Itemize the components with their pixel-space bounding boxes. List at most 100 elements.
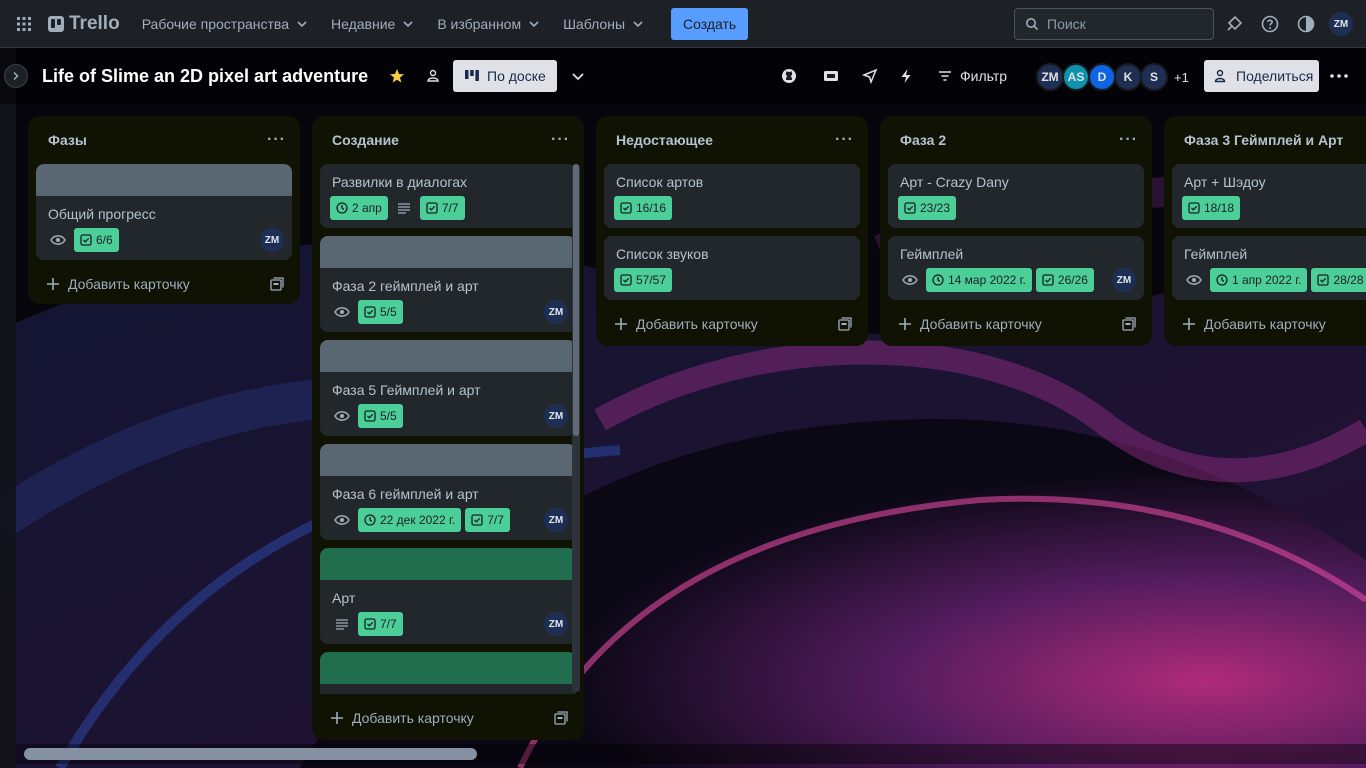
eye-icon (330, 404, 354, 428)
list-title[interactable]: Фаза 2 (900, 132, 946, 148)
list-menu-icon[interactable]: ··· (267, 131, 286, 149)
board-view-button[interactable]: По доске (453, 60, 557, 92)
card[interactable]: Фаза 6 геймплей и арт 22 дек 2022 г. 7/7… (320, 444, 576, 540)
list-title[interactable]: Недостающее (616, 132, 713, 148)
create-button[interactable]: Создать (671, 7, 749, 40)
list-scrollbar-thumb[interactable] (573, 164, 579, 436)
due-date: 22 дек 2022 г. (380, 513, 456, 527)
card-member-avatar[interactable]: ZM (260, 228, 284, 252)
trello-logo[interactable]: Trello (48, 13, 120, 35)
list-menu-icon[interactable]: ··· (1119, 131, 1138, 149)
list-header[interactable]: Создание ··· (312, 116, 584, 164)
member-avatar[interactable]: K (1114, 63, 1142, 91)
nav-recent[interactable]: Недавние (321, 8, 425, 40)
nav-workspaces[interactable]: Рабочие пространства (132, 8, 319, 40)
add-card-button[interactable]: Добавить карточку (888, 308, 1144, 340)
card-member-avatar[interactable]: ZM (544, 300, 568, 324)
nav-starred[interactable]: В избранном (427, 8, 551, 40)
card[interactable]: Общий прогресс 6/6 ZM (36, 164, 292, 260)
filter-label: Фильтр (960, 68, 1008, 84)
expand-sidebar-button[interactable] (4, 64, 28, 88)
chevron-down-icon (529, 20, 539, 27)
card[interactable]: Арт 7/7 ZM (320, 548, 576, 644)
nav-recent-label: Недавние (330, 15, 396, 32)
notifications-icon[interactable] (1222, 12, 1246, 36)
add-card-label: Добавить карточку (68, 276, 190, 292)
plus-icon (1183, 318, 1195, 330)
plus-icon (331, 712, 343, 724)
app-switcher-icon[interactable] (8, 8, 40, 40)
card[interactable] (320, 652, 576, 694)
checklist-badge: 7/7 (419, 196, 465, 220)
list-header[interactable]: Фаза 2 ··· (880, 116, 1152, 164)
due-date-badge: 1 апр 2022 г. (1210, 268, 1308, 292)
help-icon[interactable] (1258, 12, 1282, 36)
member-avatar[interactable]: ZM (1036, 63, 1064, 91)
views-dropdown-icon[interactable] (564, 62, 592, 90)
list-header[interactable]: Фаза 3 Геймплей и Арт ··· (1164, 116, 1366, 164)
card-title: Фаза 2 геймплей и арт (332, 278, 479, 294)
card[interactable]: Фаза 2 геймплей и арт 5/5 ZM (320, 236, 576, 332)
card[interactable]: Фаза 5 Геймплей и арт 5/5 ZM (320, 340, 576, 436)
more-members-count[interactable]: +1 (1174, 70, 1189, 85)
filter-button[interactable]: Фильтр (938, 62, 1007, 90)
power-up-icon[interactable] (817, 62, 845, 90)
more-options-icon[interactable] (1325, 62, 1353, 90)
list-header[interactable]: Недостающее ··· (596, 116, 868, 164)
list-menu-icon[interactable]: ··· (551, 131, 570, 149)
board-horizontal-scrollbar[interactable] (16, 744, 1366, 764)
eye-icon (330, 508, 354, 532)
checklist-icon (426, 202, 438, 214)
list-title[interactable]: Фаза 3 Геймплей и Арт (1184, 132, 1343, 148)
search-input[interactable]: Поиск (1014, 8, 1214, 40)
card-title: Развилки в диалогах (332, 174, 467, 190)
top-navigation-bar: Trello Рабочие пространства Недавние В и… (0, 0, 1366, 48)
send-icon[interactable] (856, 62, 884, 90)
add-card-button[interactable]: Добавить карточку (36, 268, 292, 300)
template-icon[interactable] (554, 711, 568, 725)
board-scrollbar-thumb[interactable] (24, 748, 477, 760)
automation-icon[interactable] (892, 62, 920, 90)
card-member-avatar[interactable]: ZM (544, 508, 568, 532)
add-card-button[interactable]: Добавить карточку (320, 702, 576, 734)
member-avatar[interactable]: D (1088, 63, 1116, 91)
card-member-avatar[interactable]: ZM (544, 404, 568, 428)
add-card-button[interactable]: Добавить карточку (604, 308, 860, 340)
clock-icon (1216, 274, 1228, 286)
member-avatar[interactable]: AS (1062, 63, 1090, 91)
card-title: Фаза 5 Геймплей и арт (332, 382, 481, 398)
card-member-avatar[interactable]: ZM (544, 612, 568, 636)
card[interactable]: Арт - Crazy Dany 23/23 (888, 164, 1144, 228)
card-member-avatar[interactable]: ZM (1112, 268, 1136, 292)
card[interactable]: Развилки в диалогах 2 апр 7/7 (320, 164, 576, 228)
board-title[interactable]: Life of Slime an 2D pixel art adventure (42, 66, 368, 87)
list-scrollbar[interactable] (572, 164, 580, 692)
nav-templates[interactable]: Шаблоны (553, 8, 655, 40)
share-button[interactable]: Поделиться (1204, 60, 1319, 92)
star-icon[interactable] (383, 62, 411, 90)
list-title[interactable]: Создание (332, 132, 399, 148)
checklist-icon (904, 202, 916, 214)
template-icon[interactable] (1122, 317, 1136, 331)
checklist-count: 6/6 (96, 233, 113, 247)
card[interactable]: Арт + Шэдоу 18/18 (1172, 164, 1366, 228)
visibility-icon[interactable] (419, 62, 447, 90)
list-title[interactable]: Фазы (48, 132, 87, 148)
card[interactable]: Список звуков 57/57 (604, 236, 860, 300)
card-title: Геймплей (900, 246, 964, 262)
card[interactable]: Геймплей 14 мар 2022 г. 26/26 ZM (888, 236, 1144, 300)
theme-toggle-icon[interactable] (1294, 12, 1318, 36)
member-avatar[interactable]: S (1140, 63, 1168, 91)
template-icon[interactable] (270, 277, 284, 291)
template-icon[interactable] (838, 317, 852, 331)
list-menu-icon[interactable]: ··· (835, 131, 854, 149)
card[interactable]: Геймплей 1 апр 2022 г. 28/28 (1172, 236, 1366, 300)
add-card-button[interactable]: Добавить карточку (1172, 308, 1366, 340)
user-avatar[interactable]: ZM (1329, 12, 1353, 36)
checklist-badge: 6/6 (74, 228, 119, 252)
github-icon[interactable] (775, 62, 803, 90)
checklist-count: 7/7 (380, 617, 397, 631)
checklist-count: 7/7 (441, 201, 459, 215)
card[interactable]: Список артов 16/16 (604, 164, 860, 228)
list-header[interactable]: Фазы ··· (28, 116, 300, 164)
